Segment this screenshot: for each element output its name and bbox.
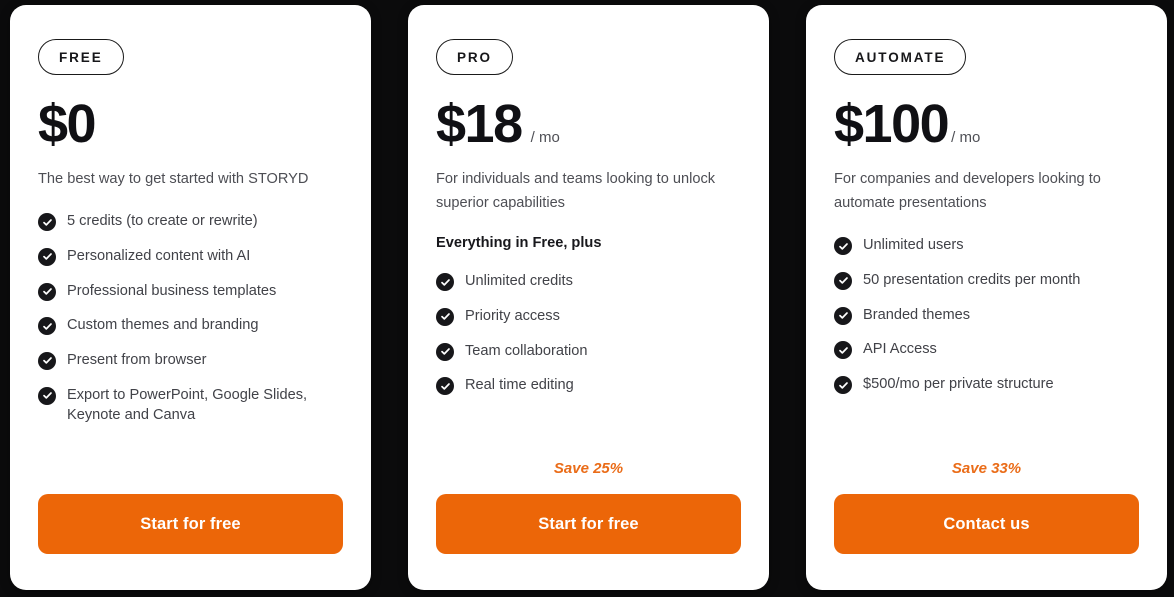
plan-price-amount: $18 (436, 94, 523, 154)
feature-label: Professional business templates (67, 282, 277, 299)
feature-label: Branded themes (863, 306, 971, 323)
pricing-plans-container: FREE $0 The best way to get started with S… (0, 0, 1174, 597)
plan-cta-button[interactable]: Start for free (436, 494, 741, 554)
feature-item: $500/mo per private structure (834, 374, 1139, 395)
check-circle-icon (38, 317, 56, 336)
feature-label: Unlimited credits (465, 273, 573, 290)
check-circle-icon (834, 271, 852, 290)
feature-label: Custom themes and branding (67, 317, 259, 334)
plan-description: The best way to get started with STORYD (38, 171, 309, 187)
plan-feature-list: Unlimited users 50 presentation credits p… (834, 235, 1139, 395)
check-circle-icon (436, 307, 454, 326)
plan-feature-list: 5 credits (to create or rewrite) Personal… (38, 211, 343, 426)
feature-item: 5 credits (to create or rewrite) (38, 211, 343, 232)
plan-card-footer: Start for free (38, 460, 343, 590)
feature-label: Unlimited users (863, 237, 964, 254)
plan-badge: AUTOMATE (834, 39, 967, 75)
feature-item: Custom themes and branding (38, 315, 343, 336)
feature-item: Export to PowerPoint, Google Slides, Key… (38, 385, 343, 426)
plan-price-period: / mo (530, 129, 560, 146)
plan-badge: FREE (38, 39, 124, 75)
check-circle-icon (436, 273, 454, 292)
feature-label: Present from browser (67, 351, 207, 368)
plan-cta-button[interactable]: Start for free (38, 494, 343, 554)
feature-item: Branded themes (834, 305, 1139, 326)
feature-item: Personalized content with AI (38, 246, 343, 267)
feature-label: Priority access (465, 307, 560, 324)
feature-label: Real time editing (465, 377, 574, 394)
plan-price-row: $0 (38, 97, 343, 151)
feature-item: Present from browser (38, 350, 343, 371)
feature-item: Professional business templates (38, 281, 343, 302)
plan-card-free: FREE $0 The best way to get started with S… (10, 5, 371, 590)
feature-label: API Access (863, 341, 937, 358)
plan-badge: PRO (436, 39, 513, 75)
feature-label: 5 credits (to create or rewrite) (67, 213, 258, 230)
plan-card-footer: Save 33% Contact us (834, 460, 1139, 590)
feature-item: Unlimited users (834, 235, 1139, 256)
feature-label: $500/mo per private structure (863, 376, 1054, 393)
plan-save-note: Save 33% (951, 460, 1022, 477)
plan-card-footer: Save 25% Start for free (436, 460, 741, 590)
plan-feature-list: Unlimited credits Priority access Team col… (436, 271, 741, 396)
feature-label: Export to PowerPoint, Google Slides, Key… (67, 386, 308, 424)
feature-item: Team collaboration (436, 341, 741, 362)
plan-description: For companies and developers looking to … (834, 171, 1101, 212)
plan-save-note: Save 25% (553, 460, 624, 477)
feature-label: Team collaboration (465, 342, 588, 359)
feature-item: API Access (834, 339, 1139, 360)
plan-description: For individuals and teams looking to unl… (436, 171, 716, 212)
plan-card-automate: AUTOMATE $100/ mo For companies and develo… (806, 5, 1167, 590)
check-circle-icon (834, 376, 852, 395)
plan-price-period: / mo (951, 129, 981, 146)
feature-item: 50 presentation credits per month (834, 270, 1139, 291)
plan-card-pro: PRO $18 / mo For individuals and teams look… (408, 5, 769, 590)
feature-item: Priority access (436, 306, 741, 327)
plan-price-amount: $100 (834, 94, 950, 154)
check-circle-icon (436, 377, 454, 396)
check-circle-icon (436, 342, 454, 361)
feature-label: Personalized content with AI (67, 247, 251, 264)
plan-price-amount: $0 (38, 94, 97, 154)
feature-item: Real time editing (436, 375, 741, 396)
feature-item: Unlimited credits (436, 271, 741, 292)
plan-included-note: Everything in Free, plus (436, 235, 602, 252)
check-circle-icon (38, 213, 56, 232)
plan-price-row: $18 / mo (436, 97, 741, 151)
check-circle-icon (38, 386, 56, 405)
check-circle-icon (834, 306, 852, 325)
check-circle-icon (38, 247, 56, 266)
check-circle-icon (38, 351, 56, 370)
plan-price-row: $100/ mo (834, 97, 1139, 151)
check-circle-icon (834, 341, 852, 360)
feature-label: 50 presentation credits per month (863, 271, 1081, 288)
check-circle-icon (834, 237, 852, 256)
plan-cta-button[interactable]: Contact us (834, 494, 1139, 554)
check-circle-icon (38, 282, 56, 301)
